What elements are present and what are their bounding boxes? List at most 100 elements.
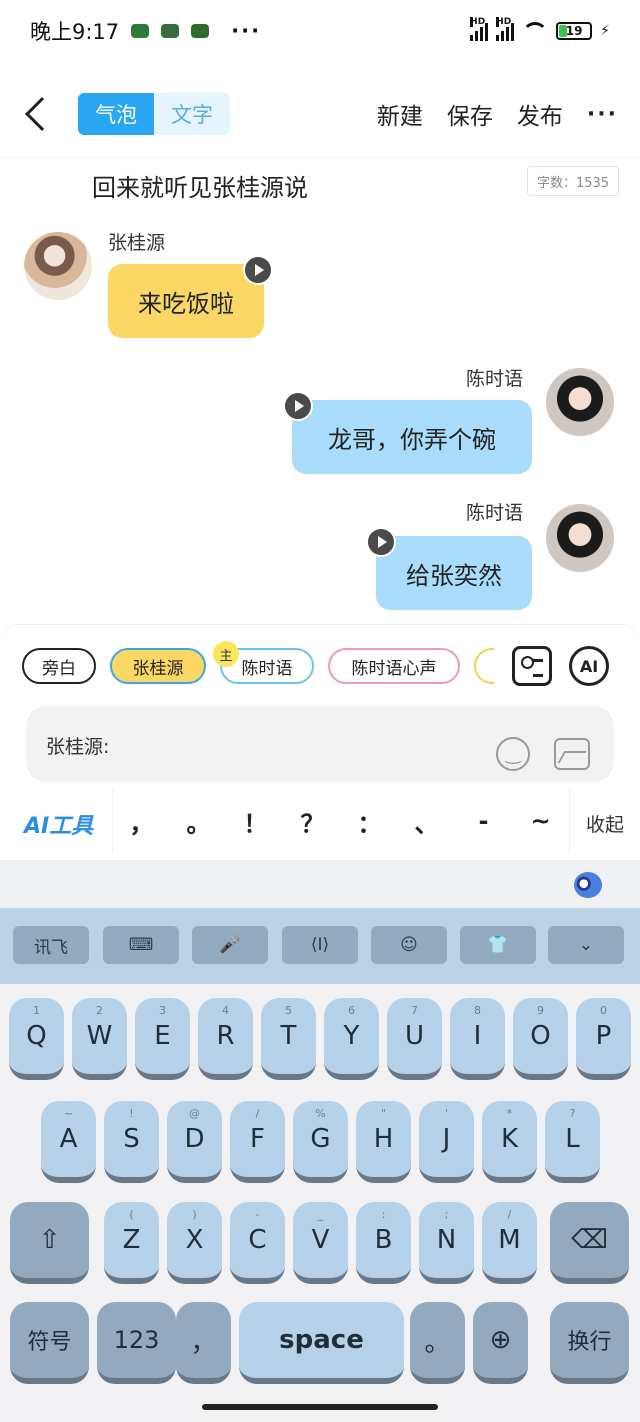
message-input[interactable]: 张桂源: [26,706,614,782]
punct-comma[interactable]: ， [122,804,162,839]
signal-icon-1: HD [470,17,489,41]
play-icon[interactable] [283,391,313,421]
key-o[interactable]: 9O [513,998,568,1080]
shift-icon[interactable]: ⇧ [10,1202,89,1284]
key-a[interactable]: ~ A [41,1101,96,1183]
wifi-icon [522,22,549,40]
emoji-icon[interactable] [496,737,530,771]
keyboard-layout-icon[interactable]: ⌨ [103,926,179,964]
ai-tools-button[interactable]: AI工具 [24,808,93,840]
host-badge: 主 [213,641,239,667]
key-i[interactable]: 8I [450,998,505,1080]
image-icon[interactable] [554,738,590,770]
space-key[interactable]: space [239,1302,404,1384]
character-chip-selected[interactable]: 张桂源 [110,648,206,684]
save-button[interactable]: 保存 [447,97,493,131]
character-chip-partial[interactable] [474,648,494,684]
key-j[interactable]: ' J [419,1101,474,1183]
avatar[interactable] [546,368,614,436]
key-m[interactable]: / M [482,1202,537,1284]
punct-question[interactable]: ？ [293,804,333,839]
key-z[interactable]: (Z [104,1202,159,1284]
signal-icon-2: HD [496,17,515,41]
play-icon[interactable] [243,255,273,285]
globe-icon[interactable]: ⊕ [473,1302,528,1384]
word-count-badge: 字数：1535 [527,166,619,196]
punct-period[interactable]: 。 [179,804,219,839]
character-card-icon[interactable] [512,646,552,686]
tab-text[interactable]: 文字 [154,93,230,135]
avatar[interactable] [546,504,614,572]
punct-enum-comma[interactable]: 、 [407,804,447,839]
publish-button[interactable]: 发布 [517,97,563,131]
status-bar: 晚上9:17 ··· HD HD 19 ⚡ [0,0,640,62]
key-k[interactable]: * K [482,1101,537,1183]
key-w[interactable]: 2W [72,998,127,1080]
keyboard-mascot-icon[interactable] [574,872,602,898]
key-v[interactable]: _ V [293,1202,348,1284]
period-key[interactable]: 。 [410,1302,465,1384]
speaker-name: 陈时语 [466,502,524,524]
key-h[interactable]: " H [356,1101,411,1183]
tab-bubble[interactable]: 气泡 [78,93,154,135]
key-y[interactable]: 6Y [324,998,379,1080]
app-notification-icon-2 [191,24,210,38]
character-chip-narrator[interactable]: 旁白 [22,648,96,684]
punctuation-bar: ， 。 ！ ？ ： 、 - ~ [112,790,570,852]
input-speaker-label: 张桂源: [46,736,110,758]
key-d[interactable]: @ D [167,1101,222,1183]
more-notifications-icon: ··· [231,19,262,43]
skin-icon[interactable]: 👕 [460,926,536,964]
play-icon[interactable] [366,527,396,557]
speaker-name: 张桂源 [108,232,166,254]
story-title[interactable]: 回来就听见张桂源说 [92,168,308,203]
punct-exclamation[interactable]: ！ [236,804,276,839]
speaker-name: 陈时语 [466,368,524,390]
cursor-icon[interactable]: ⟨I⟩ [282,926,358,964]
collapse-button[interactable]: 收起 [586,810,624,837]
key-r[interactable]: 4R [198,998,253,1080]
key-b[interactable]: :B [356,1202,411,1284]
key-n[interactable]: ; N [419,1202,474,1284]
battery-icon: 19 [556,22,593,40]
key-g[interactable]: % G [293,1101,348,1183]
back-icon[interactable] [25,97,59,131]
key-u[interactable]: 7U [387,998,442,1080]
key-f[interactable]: / F [230,1101,285,1183]
key-x[interactable]: ) X [167,1202,222,1284]
key-e[interactable]: 3E [135,998,190,1080]
enter-key[interactable]: 换行 [550,1302,629,1384]
chat-bubble[interactable]: 龙哥，你弄个碗 [292,400,532,474]
backspace-icon[interactable]: ⌫ [550,1202,629,1284]
key-p[interactable]: 0P [576,998,631,1080]
character-chip[interactable]: 陈时语心声 [328,648,460,684]
character-selector: 旁白 张桂源 陈时语 陈时语心声 [22,648,494,684]
key-l[interactable]: ? L [545,1101,600,1183]
mode-switch: 气泡 文字 [78,93,230,135]
punct-dash[interactable]: - [464,807,504,835]
more-icon[interactable]: ··· [587,102,618,127]
key-s[interactable]: ! S [104,1101,159,1183]
punct-tilde[interactable]: ~ [521,807,561,835]
key-q[interactable]: 1Q [9,998,64,1080]
home-indicator[interactable] [202,1404,438,1410]
wechat-notification-icon [131,24,150,38]
ifly-logo-icon[interactable]: 讯飞 [13,926,89,964]
ai-icon[interactable]: AI [569,646,609,686]
comma-key[interactable]: ， [176,1302,231,1384]
editor-header: 气泡 文字 新建 保存 发布 ··· [0,78,640,150]
symbols-key[interactable]: 符号 [10,1302,89,1384]
avatar[interactable] [24,232,92,300]
divider [0,157,640,158]
charging-icon: ⚡ [600,23,610,39]
microphone-icon[interactable]: 🎤 [192,926,268,964]
numbers-key[interactable]: 123 [97,1302,176,1384]
chat-bubble[interactable]: 来吃饭啦 [108,264,264,338]
emoji-keyboard-icon[interactable]: ☺ [371,926,447,964]
key-t[interactable]: 5T [261,998,316,1080]
chat-bubble[interactable]: 给张奕然 [376,536,532,610]
punct-colon[interactable]: ： [350,804,390,839]
hide-keyboard-icon[interactable]: ⌄ [548,926,624,964]
key-c[interactable]: -C [230,1202,285,1284]
new-button[interactable]: 新建 [377,97,423,131]
